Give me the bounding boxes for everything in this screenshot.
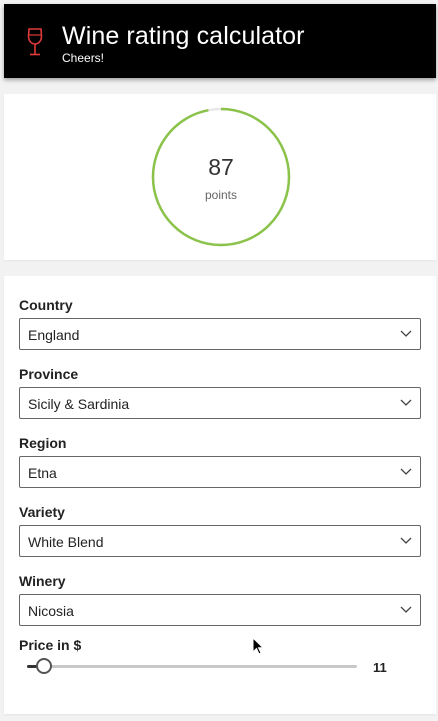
price-label: Price in $ [19,637,82,653]
winery-value: Nicosia [28,603,74,619]
wine-glass-icon [24,27,46,59]
country-select[interactable]: England [19,318,421,350]
score-card: 87 points [4,94,436,260]
app-title: Wine rating calculator [62,22,305,50]
score-value: 87 [208,154,234,180]
chevron-down-icon [400,330,412,337]
country-value: England [28,327,80,343]
score-unit: points [204,188,238,202]
region-select[interactable]: Etna [19,456,421,488]
winery-label: Winery [19,573,66,589]
winery-select[interactable]: Nicosia [19,594,421,626]
chevron-down-icon [400,606,412,613]
price-value: 11 [373,660,387,675]
province-label: Province [19,366,79,382]
region-value: Etna [28,465,57,481]
price-slider[interactable] [19,656,379,678]
app-subtitle: Cheers! [62,51,105,65]
chevron-down-icon [400,537,412,544]
variety-value: White Blend [28,534,104,550]
province-value: Sicily & Sardinia [28,396,130,412]
rating-form: Country England Province Sicily & Sardin… [4,276,436,714]
variety-select[interactable]: White Blend [19,525,421,557]
chevron-down-icon [400,399,412,406]
mouse-pointer-icon [252,637,264,655]
variety-label: Variety [19,504,65,520]
app-header: Wine rating calculator Cheers! [4,4,436,78]
region-label: Region [19,435,67,451]
country-label: Country [19,297,73,313]
province-select[interactable]: Sicily & Sardinia [19,387,421,419]
chevron-down-icon [400,468,412,475]
slider-track[interactable] [27,665,357,668]
slider-thumb[interactable] [35,658,52,674]
